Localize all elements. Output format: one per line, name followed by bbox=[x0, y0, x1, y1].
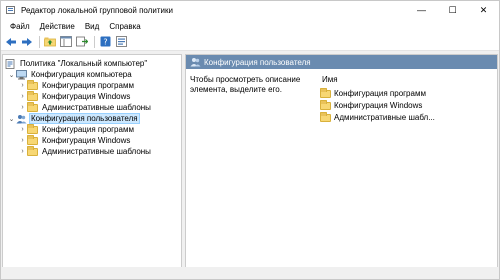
status-bar bbox=[1, 267, 499, 279]
help-icon[interactable]: ? bbox=[98, 35, 112, 49]
toolbar-separator bbox=[94, 35, 95, 48]
close-button[interactable]: ✕ bbox=[468, 1, 499, 19]
details-header-title: Конфигурация пользователя bbox=[204, 57, 311, 67]
tree-item-uc-windows[interactable]: › Конфигурация Windows bbox=[18, 134, 131, 146]
export-list-icon[interactable] bbox=[75, 35, 89, 49]
details-header: Конфигурация пользователя bbox=[186, 55, 497, 69]
chevron-right-icon[interactable]: › bbox=[18, 125, 27, 134]
window-controls: — ☐ ✕ bbox=[406, 1, 499, 19]
gpedit-app-icon bbox=[6, 5, 16, 15]
up-folder-icon[interactable] bbox=[43, 35, 57, 49]
tree-item-label: Конфигурация программ bbox=[42, 125, 134, 134]
users-icon bbox=[16, 114, 27, 124]
tree-item-cc-software[interactable]: › Конфигурация программ bbox=[18, 79, 135, 91]
minimize-button[interactable]: — bbox=[406, 1, 437, 19]
toolbar-separator bbox=[39, 35, 40, 48]
title-bar: Редактор локальной групповой политики — … bbox=[1, 1, 499, 19]
folder-icon bbox=[320, 87, 331, 98]
tree-item-computer-config[interactable]: ⌄ Конфигурация компьютера bbox=[7, 69, 133, 80]
gpedit-window: Редактор локальной групповой политики — … bbox=[0, 0, 500, 280]
expand-chevron-icon[interactable]: ⌄ bbox=[7, 114, 16, 123]
maximize-button[interactable]: ☐ bbox=[437, 1, 468, 19]
folder-icon bbox=[27, 101, 38, 112]
chevron-right-icon[interactable]: › bbox=[18, 81, 27, 90]
content-area: Политика "Локальный компьютер" ⌄ Конфигу… bbox=[1, 52, 499, 278]
tree-item-label: Административные шаблоны bbox=[42, 147, 151, 156]
menu-action[interactable]: Действие bbox=[35, 22, 80, 31]
tree-item-label: Политика "Локальный компьютер" bbox=[20, 59, 148, 68]
policy-doc-icon bbox=[5, 58, 16, 69]
list-item[interactable]: Конфигурация программ bbox=[320, 87, 426, 99]
tree-item-uc-software[interactable]: › Конфигурация программ bbox=[18, 123, 135, 135]
chevron-right-icon[interactable]: › bbox=[18, 92, 27, 101]
tree-item-root[interactable]: Политика "Локальный компьютер" bbox=[5, 58, 148, 69]
list-item[interactable]: Конфигурация Windows bbox=[320, 99, 423, 111]
tree-item-uc-admin-templates[interactable]: › Административные шаблоны bbox=[18, 145, 152, 157]
tree-item-label: Конфигурация компьютера bbox=[31, 70, 132, 79]
folder-icon bbox=[27, 134, 38, 145]
menu-help[interactable]: Справка bbox=[104, 22, 145, 31]
chevron-right-icon[interactable]: › bbox=[18, 147, 27, 156]
svg-text:?: ? bbox=[103, 38, 107, 47]
expand-chevron-icon[interactable]: ⌄ bbox=[7, 70, 16, 79]
tree-item-label: Конфигурация Windows bbox=[42, 92, 131, 101]
computer-icon bbox=[16, 69, 27, 80]
toolbar: ? bbox=[1, 33, 499, 51]
tree-item-user-config[interactable]: ⌄ Конфигурация пользователя bbox=[7, 113, 140, 124]
chevron-right-icon[interactable]: › bbox=[18, 136, 27, 145]
list-item[interactable]: Административные шабл... bbox=[320, 111, 435, 123]
list-item-label: Конфигурация Windows bbox=[334, 101, 423, 110]
chevron-right-icon[interactable]: › bbox=[18, 103, 27, 112]
folder-icon bbox=[320, 111, 331, 122]
menu-bar: Файл Действие Вид Справка bbox=[1, 19, 499, 33]
list-item-label: Административные шабл... bbox=[334, 113, 435, 122]
tree-item-label: Административные шаблоны bbox=[42, 103, 151, 112]
folder-icon bbox=[320, 99, 331, 110]
show-hide-tree-icon[interactable] bbox=[59, 35, 73, 49]
properties-icon[interactable] bbox=[114, 35, 128, 49]
tree-item-label: Конфигурация Windows bbox=[42, 136, 131, 145]
description-text: Чтобы просмотреть описание элемента, выд… bbox=[190, 75, 301, 94]
folder-icon bbox=[27, 90, 38, 101]
window-title: Редактор локальной групповой политики bbox=[21, 5, 173, 15]
tree-item-label: Конфигурация программ bbox=[42, 81, 134, 90]
details-pane: Конфигурация пользователя Чтобы просмотр… bbox=[185, 54, 498, 278]
column-header-name[interactable]: Имя bbox=[322, 75, 338, 84]
users-icon bbox=[190, 57, 201, 67]
menu-view[interactable]: Вид bbox=[80, 22, 104, 31]
menu-file[interactable]: Файл bbox=[5, 22, 35, 31]
folder-icon bbox=[27, 145, 38, 156]
tree-pane: Политика "Локальный компьютер" ⌄ Конфигу… bbox=[2, 54, 182, 278]
list-item-label: Конфигурация программ bbox=[334, 89, 426, 98]
tree-item-label: Конфигурация пользователя bbox=[29, 113, 140, 124]
folder-icon bbox=[27, 79, 38, 90]
back-arrow-icon[interactable] bbox=[4, 35, 18, 49]
tree-item-cc-windows[interactable]: › Конфигурация Windows bbox=[18, 90, 131, 102]
tree-item-cc-admin-templates[interactable]: › Административные шаблоны bbox=[18, 101, 152, 113]
forward-arrow-icon[interactable] bbox=[20, 35, 34, 49]
folder-icon bbox=[27, 123, 38, 134]
